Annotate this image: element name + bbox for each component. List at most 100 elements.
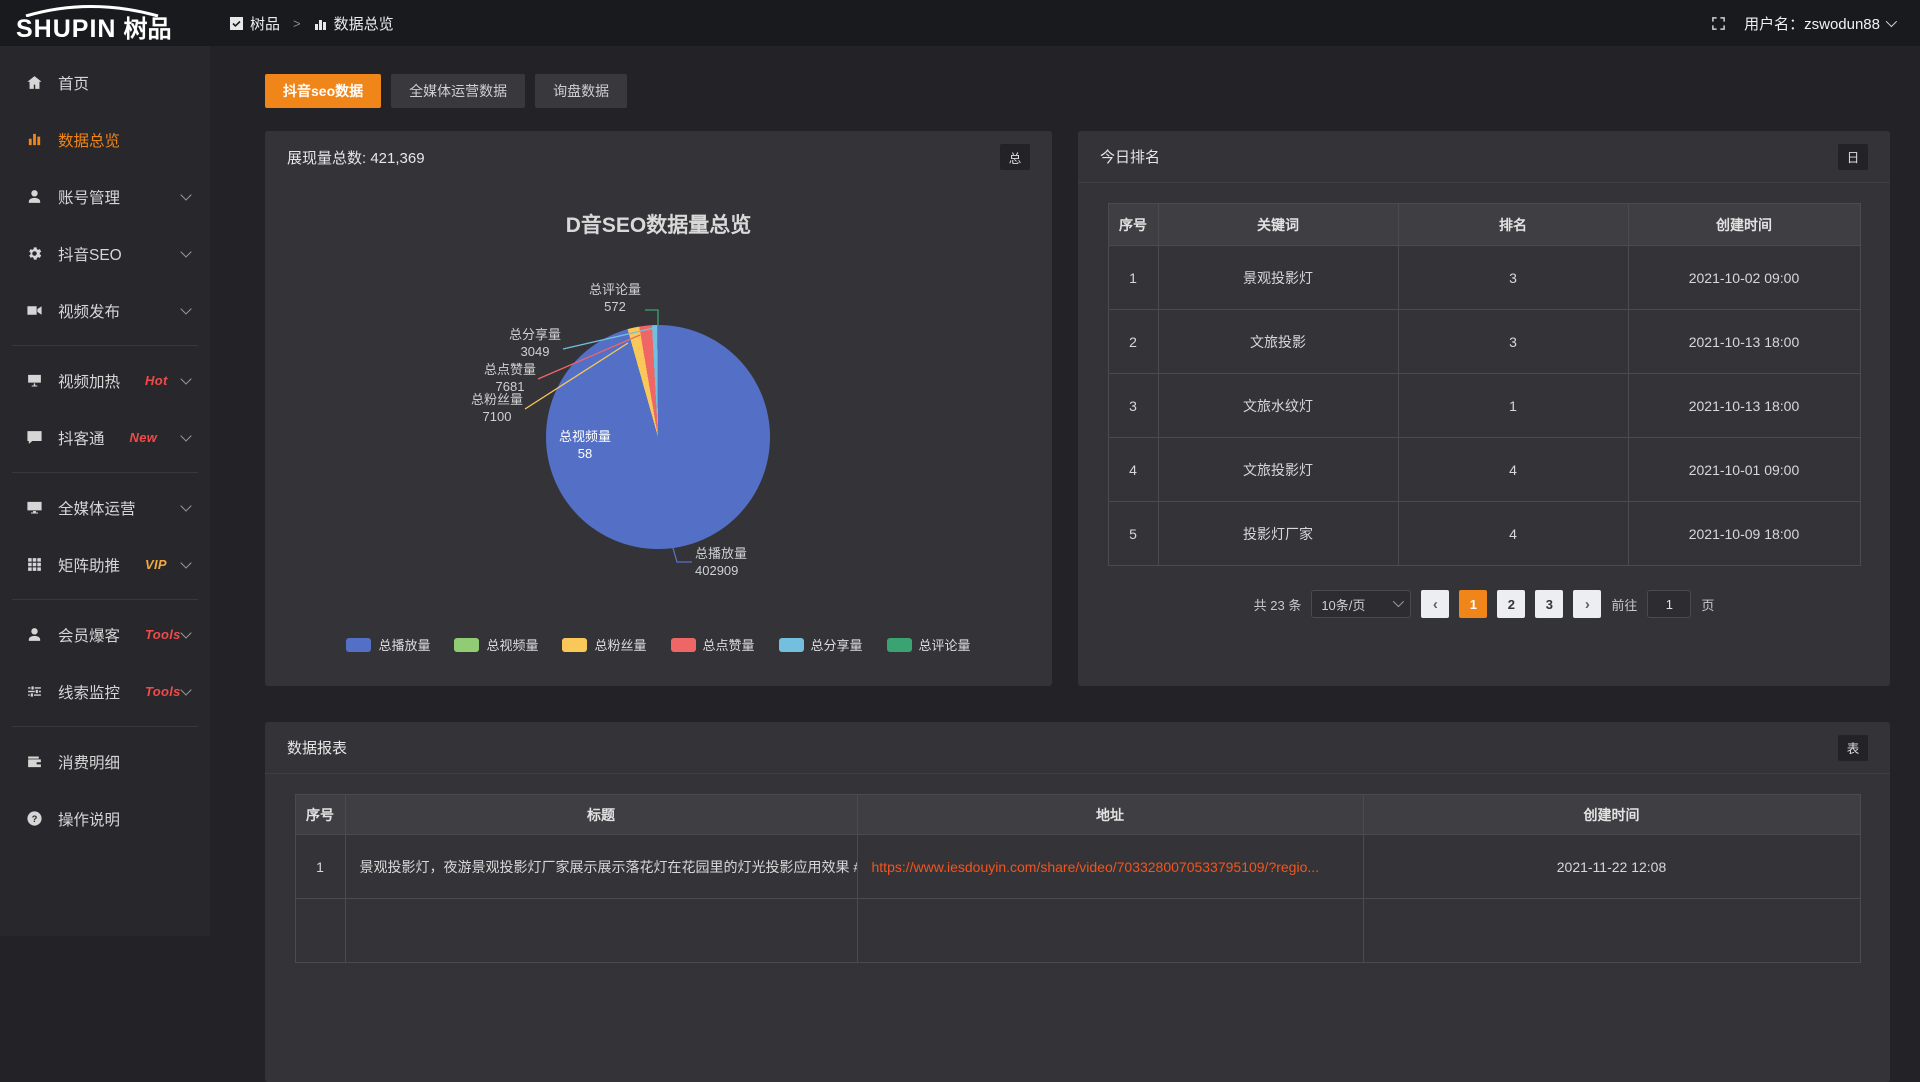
question-circle-icon: ? [25,810,43,828]
legend-swatch [346,638,371,652]
impressions-total-label: 展现量总数: 421,369 [287,147,425,168]
col-header-keyword: 关键词 [1158,204,1398,246]
main-content: 抖音seo数据 全媒体运营数据 询盘数据 展现量总数: 421,369 总 D音… [210,46,1920,936]
video-camera-icon [25,302,43,320]
home-icon [25,74,43,92]
sidebar-item-matrix-boost[interactable]: 矩阵助推 VIP [0,536,210,593]
tab-douyin-seo-data[interactable]: 抖音seo数据 [265,74,381,108]
sidebar-item-label: 视频发布 [58,300,120,322]
prev-page-button[interactable]: ‹ [1421,590,1449,618]
pie-label-fans: 总粉丝量 7100 [442,391,552,425]
page-size-select[interactable]: 10条/页 [1311,590,1411,618]
day-toggle-button[interactable]: 日 [1838,144,1868,170]
table-row: 1 景观投影灯 3 2021-10-02 09:00 [1108,246,1860,310]
video-link[interactable]: https://www.iesdouyin.com/share/video/70… [857,835,1363,899]
pagination-total: 共 23 条 [1254,595,1302,614]
legend-item-fans[interactable]: 总粉丝量 [562,635,646,654]
chevron-down-icon [1886,16,1897,27]
total-toggle-button[interactable]: 总 [1000,144,1030,170]
sidebar-item-label: 会员爆客 [58,624,120,646]
user-icon [25,188,43,206]
user-menu[interactable]: 用户名：zswodun88 [1744,13,1894,34]
impressions-card: 展现量总数: 421,369 总 D音SEO数据量总览 总评论量 572 [265,131,1052,686]
sidebar-item-account[interactable]: 账号管理 [0,168,210,225]
pie-label-videos: 总视频量 58 [530,428,640,462]
screen-icon [25,372,43,390]
legend-swatch [454,638,479,652]
next-page-button[interactable]: › [1573,590,1601,618]
sidebar-divider [12,345,198,346]
wallet-icon [25,753,43,771]
sidebar-item-video-publish[interactable]: 视频发布 [0,282,210,339]
sidebar-item-home[interactable]: 首页 [0,54,210,111]
logo-text-en: SHUPIN [16,17,116,42]
vip-badge: VIP [145,557,167,572]
breadcrumb-root[interactable]: 树品 [250,13,280,34]
legend-item-shares[interactable]: 总分享量 [779,635,863,654]
sidebar-item-data-overview[interactable]: 数据总览 [0,111,210,168]
table-row: 5 投影灯厂家 4 2021-10-09 18:00 [1108,502,1860,566]
breadcrumb-current[interactable]: 数据总览 [334,13,394,34]
legend-item-plays[interactable]: 总播放量 [346,635,430,654]
sidebar-divider [12,599,198,600]
sidebar-item-label: 矩阵助推 [58,554,120,576]
gear-icon [25,245,43,263]
sidebar-item-lead-monitor[interactable]: 线索监控 Tools [0,663,210,720]
goto-unit: 页 [1701,595,1714,614]
svg-text:?: ? [31,814,37,824]
monitor-icon [25,499,43,517]
legend-item-videos[interactable]: 总视频量 [454,635,538,654]
table-row: 1 景观投影灯，夜游景观投影灯厂家展示展示落花灯在花园里的灯光投影应用效果 # … [295,835,1860,899]
tab-media-operation-data[interactable]: 全媒体运营数据 [391,74,525,108]
col-header-url: 地址 [857,795,1363,835]
chevron-down-icon [180,246,191,257]
breadcrumb-separator: > [293,16,301,31]
sidebar-item-label: 数据总览 [58,129,120,151]
fullscreen-icon[interactable] [1711,16,1726,31]
pie-label-shares: 总分享量 3049 [480,326,590,360]
legend-swatch [887,638,912,652]
topbar: SHUPIN 树品 树品 > 数据总览 用户名：zswodun88 [0,0,1920,46]
legend-item-comments[interactable]: 总评论量 [887,635,971,654]
breadcrumb: 树品 > 数据总览 [230,13,394,34]
sidebar-item-help[interactable]: ? 操作说明 [0,790,210,847]
sidebar-item-label: 首页 [58,72,89,94]
table-row: 3 文旅水纹灯 1 2021-10-13 18:00 [1108,374,1860,438]
sidebar-item-label: 抖音SEO [58,243,122,265]
sidebar-item-video-heat[interactable]: 视频加热 Hot [0,352,210,409]
tools-badge: Tools [145,684,181,699]
sidebar-item-label: 视频加热 [58,370,120,392]
user-icon [25,626,43,644]
sidebar-item-label: 抖客通 [58,427,105,449]
data-report-card: 数据报表 表 序号 标题 地址 创建时间 1 景观投影灯，夜游景观投影灯厂家展示… [265,722,1890,1082]
sliders-icon [25,683,43,701]
legend-item-likes[interactable]: 总点赞量 [671,635,755,654]
app-logo: SHUPIN 树品 [0,5,210,42]
sidebar-item-media-operation[interactable]: 全媒体运营 [0,479,210,536]
tab-inquiry-data[interactable]: 询盘数据 [535,74,627,108]
username-label: 用户名：zswodun88 [1744,13,1880,34]
chevron-down-icon [180,373,191,384]
bar-chart-icon [25,131,43,149]
chevron-down-icon [180,684,191,695]
report-card-title: 数据报表 [287,737,347,758]
table-header-row: 序号 关键词 排名 创建时间 [1108,204,1860,246]
chart-legend: 总播放量 总视频量 总粉丝量 总点赞量 总分享量 总评论量 [265,635,1052,654]
sidebar-item-expense-detail[interactable]: 消费明细 [0,733,210,790]
goto-page-input[interactable] [1647,590,1691,618]
sidebar: 首页 数据总览 账号管理 抖音SEO 视频发布 视频加热 Hot 抖客通 New… [0,46,210,936]
tools-badge: Tools [145,627,181,642]
page-button-3[interactable]: 3 [1535,590,1563,618]
sidebar-item-douketong[interactable]: 抖客通 New [0,409,210,466]
col-header-index: 序号 [1108,204,1158,246]
table-toggle-button[interactable]: 表 [1838,735,1868,761]
sidebar-item-label: 操作说明 [58,808,120,830]
goto-label: 前往 [1611,595,1637,614]
sidebar-item-douyin-seo[interactable]: 抖音SEO [0,225,210,282]
page-button-1[interactable]: 1 [1459,590,1487,618]
new-badge: New [130,430,158,445]
sidebar-item-member-tools[interactable]: 会员爆客 Tools [0,606,210,663]
page-button-2[interactable]: 2 [1497,590,1525,618]
data-tabs: 抖音seo数据 全媒体运营数据 询盘数据 [265,74,1890,108]
pagination: 共 23 条 10条/页 ‹ 1 2 3 › 前往 页 [1078,590,1890,618]
